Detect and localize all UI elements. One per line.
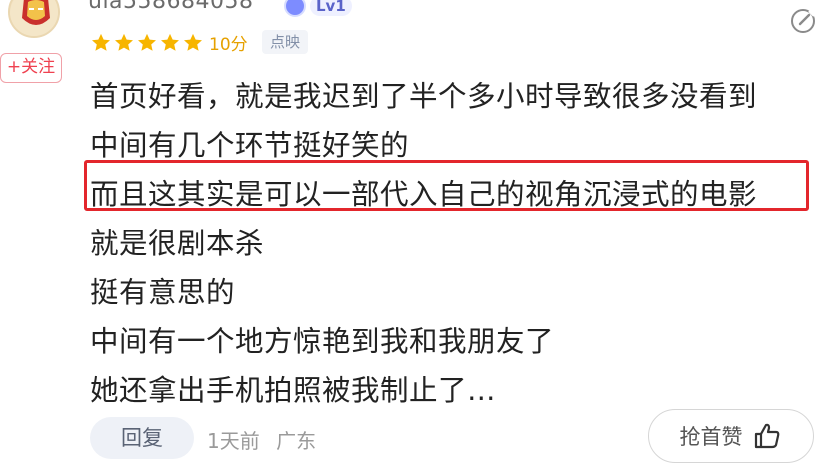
comment-time: 1天前	[207, 429, 260, 453]
highlight-box	[84, 160, 809, 211]
like-label: 抢首赞	[679, 425, 743, 449]
comment-line: 她还拿出手机拍照被我制止了…	[90, 374, 497, 407]
star-icon	[138, 33, 156, 51]
star-icon	[92, 33, 110, 51]
level-text: Lv1	[310, 0, 352, 16]
comment-line: 首页好看，就是我迟到了半个多小时导致很多没看到	[90, 80, 758, 113]
like-button[interactable]: 抢首赞	[648, 409, 814, 463]
comment-line: 中间有一个地方惊艳到我和我朋友了	[90, 325, 555, 358]
rating-score: 10分	[209, 35, 248, 55]
thumb-up-icon	[754, 423, 779, 449]
star-icon	[115, 33, 133, 51]
comment-meta: 1天前 广东	[207, 425, 316, 454]
comment-body: 首页好看，就是我迟到了半个多小时导致很多没看到 中间有几个环节挺好笑的 而且这其…	[90, 72, 810, 415]
level-shield-icon	[284, 0, 306, 17]
rating-stars: 10分	[90, 30, 248, 55]
screening-tag: 点映	[262, 30, 309, 54]
star-icon	[184, 33, 202, 51]
comment-location: 广东	[276, 429, 317, 453]
reply-button[interactable]: 回复	[90, 417, 194, 459]
star-icon	[161, 33, 179, 51]
iron-man-avatar-icon[interactable]	[8, 0, 60, 38]
username[interactable]: ula558684058	[88, 0, 254, 14]
comment-line: 就是很剧本杀	[90, 227, 265, 260]
comment-line: 挺有意思的	[90, 276, 236, 309]
edit-icon[interactable]	[788, 6, 818, 36]
level-badge: Lv1	[284, 0, 352, 18]
follow-button[interactable]: +关注	[0, 53, 62, 83]
